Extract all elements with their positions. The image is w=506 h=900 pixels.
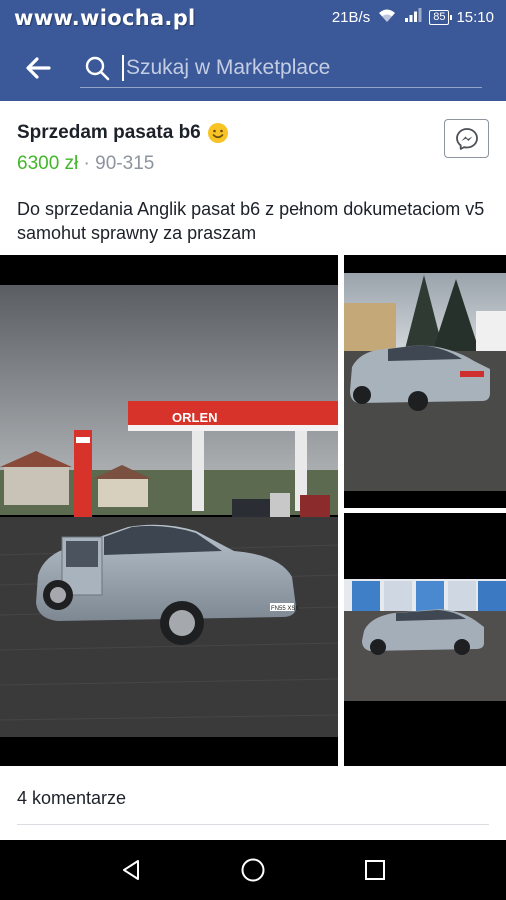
back-button[interactable] bbox=[16, 50, 60, 86]
status-indicators: 21B/s 85 15:10 bbox=[332, 7, 494, 27]
listing-title: Sprzedam pasata b6 bbox=[17, 122, 201, 143]
nav-recents-icon bbox=[365, 860, 385, 880]
listing-location: 90-315 bbox=[95, 153, 155, 174]
listing-header: Sprzedam pasata b6 bbox=[17, 122, 229, 144]
license-plate: FN55 XSK bbox=[271, 606, 299, 612]
nav-back-icon bbox=[123, 860, 139, 880]
photo-main-image: ORLEN FN55 XSK bbox=[0, 255, 338, 766]
nav-recents-button[interactable] bbox=[350, 845, 400, 895]
photo-side-1[interactable] bbox=[344, 255, 506, 508]
network-speed: 21B/s bbox=[331, 8, 371, 26]
nav-back-button[interactable] bbox=[106, 845, 156, 895]
listing-title-row: Sprzedam pasata b6 bbox=[17, 122, 229, 144]
wifi-icon bbox=[377, 7, 397, 27]
price-location-row: 6300 zł · 90-315 bbox=[17, 153, 154, 175]
messenger-button[interactable] bbox=[444, 119, 489, 158]
clock: 15:10 bbox=[456, 8, 494, 26]
divider bbox=[17, 824, 489, 825]
nav-home-button[interactable] bbox=[228, 845, 278, 895]
watermark: www.wiocha.pl bbox=[14, 6, 196, 30]
search-icon bbox=[85, 56, 110, 80]
photo-side-2[interactable] bbox=[344, 513, 506, 766]
orlen-sign: ORLEN bbox=[172, 410, 218, 425]
photo-main[interactable]: ORLEN FN55 XSK bbox=[0, 255, 338, 766]
smile-emoji-icon bbox=[207, 123, 228, 143]
app-bar bbox=[0, 34, 506, 101]
navigation-bar bbox=[0, 840, 506, 900]
battery-icon: 85 bbox=[429, 9, 453, 25]
photo-side-2-image bbox=[344, 513, 506, 766]
nav-home-icon bbox=[241, 858, 265, 882]
photo-side-1-image bbox=[344, 255, 506, 508]
separator: · bbox=[78, 153, 96, 174]
listing-description: Do sprzedania Anglik pasat b6 z pełnom d… bbox=[17, 199, 485, 243]
signal-icon bbox=[404, 7, 422, 27]
messenger-icon bbox=[455, 127, 478, 150]
listing-price: 6300 zł bbox=[17, 153, 79, 174]
back-arrow-icon bbox=[26, 57, 51, 79]
comments-count[interactable]: 4 komentarze bbox=[17, 788, 126, 809]
search-bar[interactable] bbox=[80, 48, 482, 88]
search-input[interactable] bbox=[122, 54, 482, 81]
status-bar: www.wiocha.pl 21B/s 85 15:10 bbox=[0, 0, 506, 34]
